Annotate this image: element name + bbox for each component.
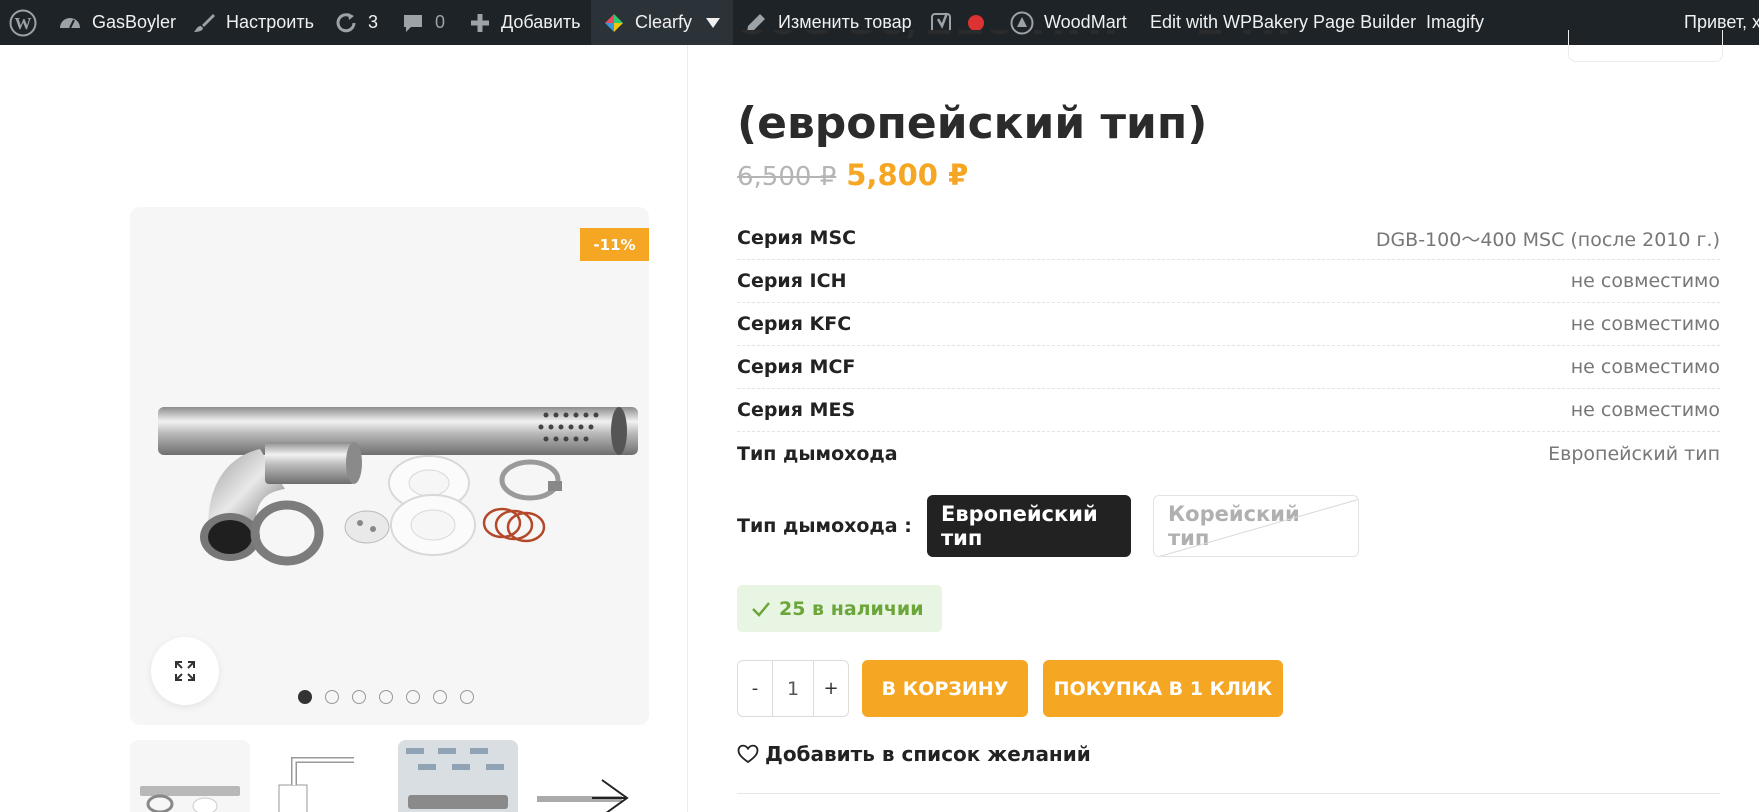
site-name: GasBoyler [92,12,177,32]
attribute-name: Серия KFC [737,313,852,335]
attribute-value: DGB-100〜400 MSC (после 2010 г.) [1375,228,1720,251]
thumbnail-image[interactable] [130,740,250,812]
variant-option-korean[interactable]: Корейский тип [1153,495,1359,557]
attribute-row: Серия KFC не совместимо [737,303,1720,346]
divider [737,793,1720,794]
quantity-decrease-button[interactable]: - [738,661,772,716]
one-click-buy-button[interactable]: ПОКУПКА В 1 КЛИК [1043,660,1283,717]
attribute-row: Серия MCF не совместимо [737,346,1720,389]
attribute-name: Тип дымохода [737,442,898,465]
comment-icon [404,14,422,32]
gallery-dot[interactable] [352,690,366,704]
thumbnail-packaging [398,740,518,812]
refresh-icon [336,12,356,32]
thumbnail-image[interactable] [398,740,518,812]
product-attributes-table: Серия MSC DGB-100〜400 MSC (после 2010 г.… [737,217,1720,475]
variant-option-korean-label: Корейский тип [1168,502,1300,550]
stock-status: 25 в наличии [737,585,942,632]
gallery-dot[interactable] [406,690,420,704]
product-title-line2: (европейский тип) [737,98,1208,149]
quantity-increase-button[interactable]: + [814,661,848,716]
attribute-value: Европейский тип [1548,442,1720,465]
gallery-dot[interactable] [325,690,339,704]
gallery-thumbnails [130,740,652,812]
add-to-wishlist-link[interactable]: Добавить в список желаний [737,742,1091,766]
brush-icon [194,13,215,32]
attribute-row: Тип дымохода Европейский тип [737,432,1720,475]
quantity-input[interactable]: 1 [772,661,814,716]
thumbnail-image[interactable] [264,740,384,812]
sale-badge: -11% [580,228,649,261]
site-name-menu[interactable]: GasBoyler [58,0,176,45]
add-to-cart-button[interactable]: В КОРЗИНУ [862,660,1028,717]
attribute-name: Серия MES [737,399,856,421]
thumbnail-pipe-arrow [537,779,629,812]
wordpress-logo-icon[interactable]: W [9,0,37,45]
sale-price: 5,800 ₽ [846,158,969,192]
attribute-value: не совместимо [1570,313,1720,335]
gallery-dot[interactable] [298,690,312,704]
checkmark-icon [752,601,770,617]
attribute-row: Серия MSC DGB-100〜400 MSC (после 2010 г.… [737,217,1720,260]
comments-menu[interactable]: 0 [401,0,445,45]
gallery-pagination [298,690,474,704]
stock-text: 25 в наличии [779,597,924,620]
seo-status-dot-icon [968,14,984,31]
plus-icon [471,13,489,32]
attribute-value: не совместимо [1570,399,1720,421]
thumbnail-pipe-kit [140,786,240,812]
attribute-name: Серия ICH [737,270,847,292]
thumbnail-image[interactable] [532,740,652,812]
variant-option-european[interactable]: Европейский тип [927,495,1131,557]
attribute-value: не совместимо [1570,270,1720,292]
updates-menu[interactable]: 3 [334,0,378,45]
dashboard-icon [60,17,80,28]
quantity-stepper: - 1 + [737,660,849,717]
gallery-dot[interactable] [433,690,447,704]
attribute-name: Серия MSC [737,227,857,249]
attribute-row: Серия MES не совместимо [737,389,1720,432]
product-nav-card[interactable] [1568,30,1723,62]
thumbnail-diagram [278,757,354,812]
attribute-name: Серия MCF [737,356,856,378]
new-content-menu[interactable]: Добавить [469,0,581,45]
dropdown-arrow-icon [706,17,721,28]
clearfy-logo-icon [605,13,623,32]
customize-menu[interactable]: Настроить [192,0,314,45]
product-title-line1: 80С 80/110 мм. — 1 м. [737,30,1537,48]
clearfy-label: Clearfy [635,12,693,32]
wishlist-label: Добавить в список желаний [765,742,1091,766]
fullscreen-zoom-button[interactable] [151,637,219,705]
expand-icon [175,661,195,681]
customize-label: Настроить [226,12,314,32]
svg-text:W: W [15,14,32,33]
old-price: 6,500 ₽ [737,162,837,192]
gallery-dot[interactable] [460,690,474,704]
gallery-dot[interactable] [379,690,393,704]
comments-count: 0 [435,12,446,32]
product-title: 80С 80/110 мм. — 1 м. (европейский тип) [737,30,1537,152]
chimney-type-selector: Тип дымохода : Европейский тип Корейский… [737,495,1437,557]
clearfy-menu[interactable]: Clearfy [591,0,733,45]
attribute-row: Серия ICH не совместимо [737,260,1720,303]
variant-label: Тип дымохода : [737,515,912,537]
attribute-value: не совместимо [1570,356,1720,378]
product-price: 6,500 ₽ 5,800 ₽ [737,158,968,192]
add-new-label: Добавить [501,12,581,32]
heart-icon [737,744,759,764]
updates-count: 3 [368,12,379,32]
product-title-line: 80С 80/110 мм. — 1 м. [737,30,1537,48]
